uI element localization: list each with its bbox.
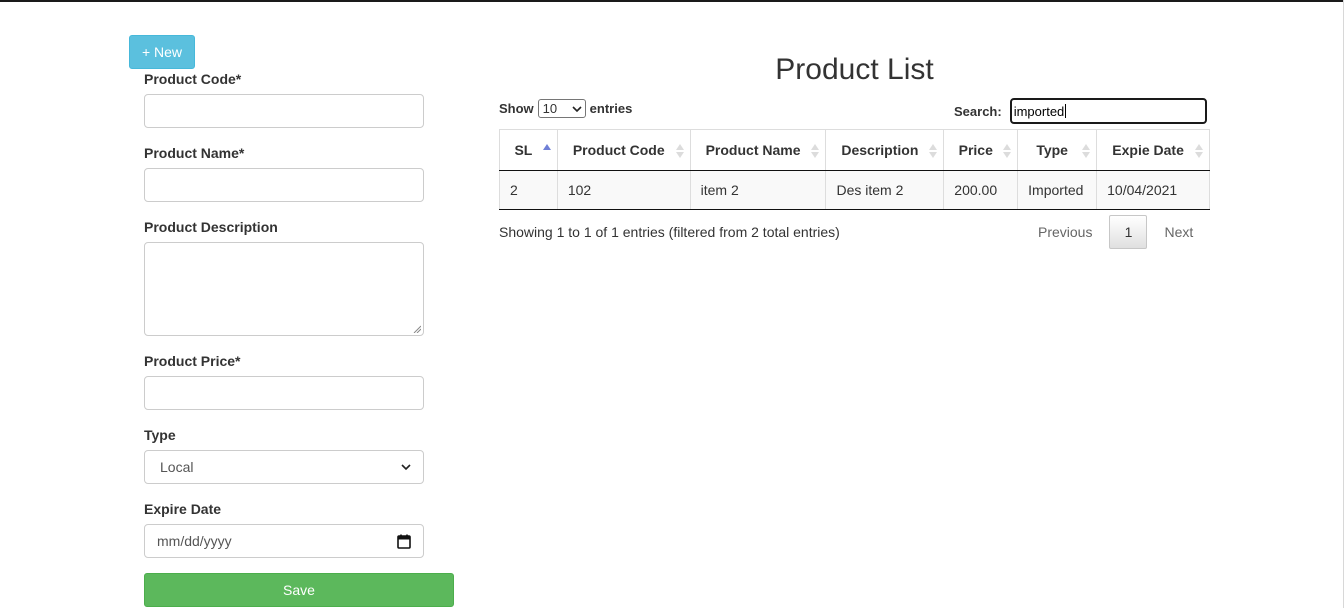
chevron-down-icon xyxy=(401,464,411,471)
table-header-row: SL Product Code Product Name Description xyxy=(499,129,1210,171)
cell-type: Imported xyxy=(1017,170,1098,210)
product-table: SL Product Code Product Name Description xyxy=(499,129,1210,210)
product-price-label: Product Price* xyxy=(144,353,241,369)
sort-both-icon xyxy=(1082,144,1091,158)
page-length-control: Show 10 entries xyxy=(499,99,632,118)
sort-both-icon xyxy=(811,144,820,158)
product-description-label: Product Description xyxy=(144,219,278,235)
product-description-textarea[interactable] xyxy=(144,242,424,336)
type-selected-value: Local xyxy=(160,459,194,475)
sort-both-icon xyxy=(929,144,938,158)
chevron-down-icon xyxy=(572,105,582,112)
column-header-label: Product Code xyxy=(572,142,665,158)
column-header-description[interactable]: Description xyxy=(825,129,945,171)
column-header-expire-date[interactable]: Expie Date xyxy=(1096,129,1210,171)
expire-date-label: Expire Date xyxy=(144,501,222,517)
next-page-button[interactable]: Next xyxy=(1150,215,1207,249)
entries-label: entries xyxy=(589,101,633,116)
new-product-button[interactable]: + New xyxy=(129,35,195,69)
sort-ascending-icon xyxy=(542,144,551,150)
column-header-label: Expie Date xyxy=(1112,142,1184,158)
previous-page-button[interactable]: Previous xyxy=(1024,215,1106,249)
window-top-border xyxy=(0,0,1344,2)
column-header-sl[interactable]: SL xyxy=(499,129,558,171)
table-info: Showing 1 to 1 of 1 entries (filtered fr… xyxy=(499,224,840,240)
sort-both-icon xyxy=(1195,144,1203,158)
product-price-input[interactable] xyxy=(144,376,424,410)
column-header-label: Description xyxy=(841,142,919,158)
show-label: Show xyxy=(499,101,534,116)
expire-date-placeholder: mm/dd/yyyy xyxy=(157,533,232,549)
save-button[interactable]: Save xyxy=(144,573,454,607)
page-length-value: 10 xyxy=(542,101,558,116)
current-page-button[interactable]: 1 xyxy=(1109,215,1148,249)
calendar-icon[interactable] xyxy=(397,534,411,549)
column-header-product-name[interactable]: Product Name xyxy=(689,129,827,171)
column-header-type[interactable]: Type xyxy=(1017,129,1098,171)
cell-expire-date: 10/04/2021 xyxy=(1096,170,1210,210)
page-length-select[interactable]: 10 xyxy=(537,99,586,118)
table-row: 2 102 item 2 Des item 2 200.00 Imported … xyxy=(499,170,1210,210)
expire-date-input[interactable]: mm/dd/yyyy xyxy=(144,524,424,558)
resize-handle-icon[interactable] xyxy=(413,325,421,333)
cell-product-name: item 2 xyxy=(689,170,827,210)
search-input[interactable]: imported xyxy=(1009,98,1207,124)
text-caret xyxy=(1065,104,1067,118)
product-name-input[interactable] xyxy=(144,168,424,202)
pagination: Previous 1 Next xyxy=(1024,215,1207,249)
search-value: imported xyxy=(1013,103,1065,119)
cell-sl: 2 xyxy=(499,170,558,210)
type-label: Type xyxy=(144,427,176,443)
cell-description: Des item 2 xyxy=(825,170,945,210)
column-header-label: SL xyxy=(514,142,533,158)
column-header-label: Type xyxy=(1036,142,1068,158)
product-code-label: Product Code* xyxy=(144,71,242,87)
page-title: Product List xyxy=(775,53,934,86)
cell-price: 200.00 xyxy=(943,170,1019,210)
type-select[interactable]: Local xyxy=(144,450,424,484)
sort-both-icon xyxy=(1003,144,1012,158)
cell-product-code: 102 xyxy=(556,170,691,210)
column-header-label: Product Name xyxy=(705,142,801,158)
column-header-label: Price xyxy=(958,142,993,158)
sort-both-icon xyxy=(675,144,684,158)
column-header-price[interactable]: Price xyxy=(943,129,1019,171)
column-header-product-code[interactable]: Product Code xyxy=(556,129,691,171)
product-code-input[interactable] xyxy=(144,94,424,128)
search-label: Search: xyxy=(954,103,1002,119)
search-control: Search: imported xyxy=(954,98,1207,124)
product-name-label: Product Name* xyxy=(144,145,245,161)
